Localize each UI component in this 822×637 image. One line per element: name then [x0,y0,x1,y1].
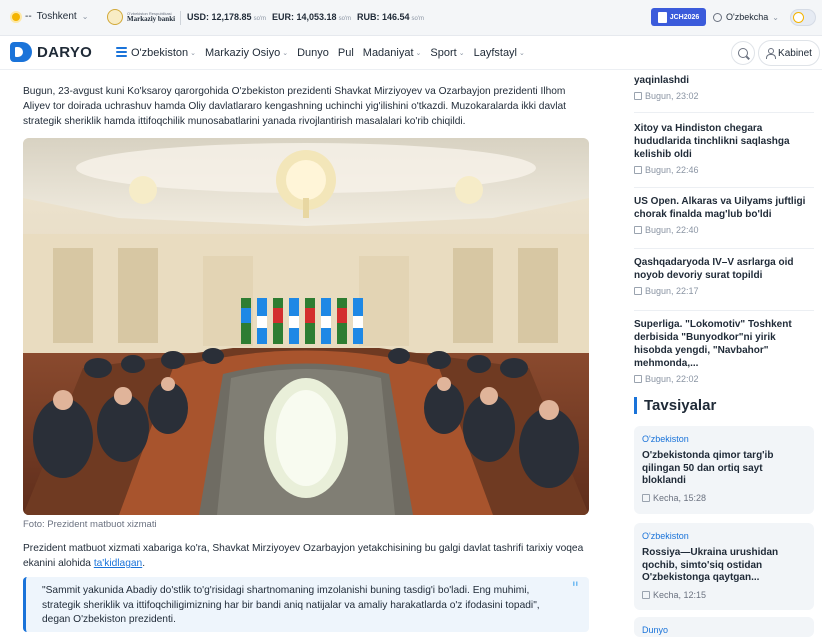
chevron-down-icon: ⌄ [519,50,525,57]
calendar-icon [634,226,642,234]
bank-line2: Markaziy banki [127,14,176,23]
sun-icon [12,12,20,21]
calendar-icon [642,493,650,502]
divider [634,187,814,188]
recommendation-card[interactable]: O'zbekiston O'zbekistonda qimor targ'ib … [634,426,814,514]
globe-icon [713,12,722,22]
nav-item-culture[interactable]: Madaniyat ⌄ [363,47,422,59]
divider [634,310,814,311]
language-selector[interactable]: O'zbekcha ⌄ [713,12,779,22]
news-item[interactable]: yaqinlashdi Bugun, 23:02 [634,74,814,101]
card-category[interactable]: O'zbekiston [642,531,806,541]
rate-rub: RUB: 146.54 so'm [357,12,425,22]
chevron-down-icon: ⌄ [415,50,422,57]
news-item[interactable]: Qashqadaryoda IV–V asrlarga oid noyob de… [634,256,814,296]
promo-badge[interactable]: JCH2026 [651,8,706,26]
nav-item-sport[interactable]: Sport ⌄ [430,47,464,59]
city-name: Toshkent [36,11,77,22]
calendar-icon [634,92,642,100]
user-icon [766,48,777,59]
search-button[interactable] [731,41,755,65]
article-photo[interactable] [23,138,589,515]
recommendation-card[interactable]: O'zbekiston Rossiya—Ukraina urushidan qo… [634,523,814,610]
sun-icon [793,12,804,23]
divider [634,248,814,249]
rate-eur: EUR: 14,053.18 so'm [272,12,352,22]
nav-menu: O'zbekiston ⌄ Markaziy Osiyo ⌄ Dunyo Pul M… [131,47,534,59]
logo-icon [10,42,32,62]
article-lead: Bugun, 23-avgust kuni Ko'ksaroy qarorgoh… [23,86,566,127]
city-prefix: -- [25,11,32,22]
divider [634,112,814,113]
news-item[interactable]: Superliga. "Lokomotiv" Toshkent derbisid… [634,318,814,384]
promo-icon [657,11,667,23]
recommendation-card[interactable]: Dunyo [634,617,814,637]
chevron-down-icon: ⌄ [282,50,289,57]
calendar-icon [634,375,642,383]
news-item[interactable]: US Open. Alkaras va Uilyams juftligi cho… [634,195,814,235]
photo-caption: Foto: Prezident matbuot xizmati [23,519,157,530]
calendar-icon [634,287,642,295]
city-selector[interactable]: -- Toshkent ⌄ [12,11,88,22]
rate-usd: USD: 12,178.85 so'm [187,12,267,22]
quote-icon: " [571,578,579,597]
calendar-icon [634,166,642,174]
top-bar: -- Toshkent ⌄ O'zbekiston Respublikasi M… [0,0,822,36]
nav-item-money[interactable]: Pul [338,47,354,59]
meeting-hall-image [23,138,589,515]
calendar-icon [642,590,650,599]
nav-item-central-asia[interactable]: Markaziy Osiyo ⌄ [205,47,288,59]
article-quote: "Sammit yakunida Abadiy do'stlik to'g'ri… [23,577,589,632]
nav-item-uzbekistan[interactable]: O'zbekiston ⌄ [131,47,196,59]
card-category[interactable]: O'zbekiston [642,434,806,444]
card-title: Rossiya—Ukraina urushidan qochib, simto'… [642,547,779,583]
card-title: O'zbekistonda qimor targ'ib qilingan 50 … [642,450,774,486]
emphasized-link[interactable]: ta'kidlagan [94,558,142,569]
nav-item-world[interactable]: Dunyo [297,47,329,59]
nav-item-lifestyle[interactable]: Layfstayl ⌄ [474,47,525,59]
chevron-down-icon: ⌄ [772,12,779,22]
chevron-down-icon: ⌄ [458,50,465,57]
chevron-down-icon: ⌄ [190,50,197,57]
recommendations-heading: Tavsiyalar [634,397,716,414]
card-category[interactable]: Dunyo [642,625,806,635]
news-item[interactable]: Xitoy va Hindiston chegara hududlarida t… [634,122,814,175]
divider [180,11,181,25]
menu-icon[interactable] [116,47,127,57]
cabinet-button[interactable]: Kabinet [758,40,820,66]
central-bank-logo[interactable]: O'zbekiston Respublikasi Markaziy banki [107,9,175,25]
main-nav: DARYO O'zbekiston ⌄ Markaziy Osiyo ⌄ Dunyo… [0,36,822,70]
theme-toggle[interactable] [790,9,816,26]
bank-seal-icon [107,9,123,25]
site-logo[interactable]: DARYO [10,42,92,62]
chevron-down-icon: ⌄ [81,12,89,21]
article-paragraph: Prezident matbuot xizmati xabariga ko'ra… [23,543,584,569]
